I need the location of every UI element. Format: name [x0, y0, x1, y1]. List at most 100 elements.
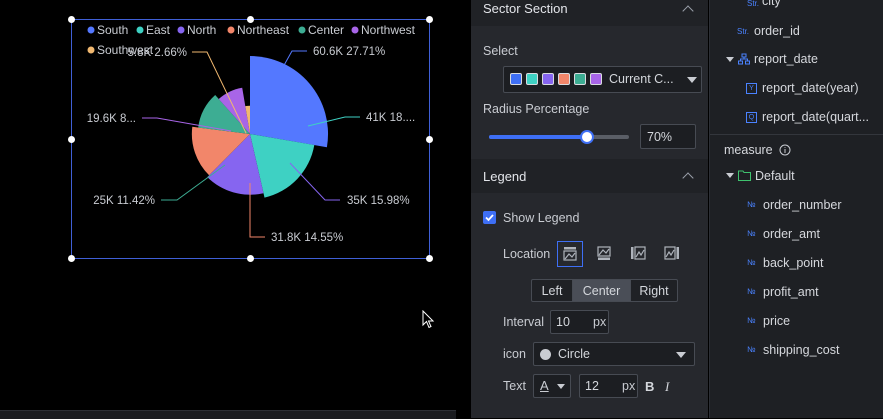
- field-label: report_date(year): [762, 81, 859, 95]
- legend-label-north: North: [187, 23, 216, 37]
- chevron-up-icon[interactable]: [682, 172, 694, 184]
- icon-label: icon: [503, 347, 526, 361]
- legend-left-icon: [631, 246, 646, 260]
- legend-section-title: Legend: [483, 169, 527, 184]
- select-label: Select: [483, 44, 518, 58]
- bold-button[interactable]: B: [645, 379, 654, 394]
- legend-item-northeast[interactable]: Northeast: [227, 23, 290, 37]
- text-color-icon: A: [540, 378, 549, 393]
- rose-chart: South East North Northeast Center Northw…: [87, 23, 416, 244]
- hierarchy-icon: [738, 53, 750, 65]
- data-label-east: 41K 18....: [366, 112, 415, 124]
- number-type-icon: №: [747, 200, 756, 209]
- number-type-icon: №: [747, 345, 756, 354]
- legend-item-east[interactable]: East: [136, 23, 171, 37]
- chevron-down-icon: [687, 77, 697, 83]
- icon-select[interactable]: Circle: [533, 342, 695, 366]
- text-label: Text: [503, 379, 526, 393]
- caret-down-icon: [726, 173, 734, 178]
- align-left-button[interactable]: Left: [531, 279, 573, 302]
- legend-bottom-icon: [597, 246, 611, 260]
- align-right-button[interactable]: Right: [630, 279, 678, 302]
- data-label-northwest: 19.6K 8...: [87, 113, 136, 125]
- data-label-south: 60.6K 27.71%: [313, 46, 385, 58]
- legend-dot-east: [136, 26, 144, 34]
- palette-swatch-3: [542, 73, 554, 85]
- legend-location-bottom[interactable]: [592, 241, 618, 267]
- year-icon: Y: [746, 83, 757, 94]
- palette-swatch-5: [574, 73, 586, 85]
- interval-input[interactable]: 10 px: [550, 310, 609, 334]
- data-label-north: 35K 15.98%: [347, 195, 410, 207]
- number-type-icon: №: [747, 287, 756, 296]
- number-type-icon: №: [747, 229, 756, 238]
- chevron-down-icon: [557, 384, 565, 389]
- legend-item-south[interactable]: South: [87, 23, 129, 37]
- palette-swatch-4: [558, 73, 570, 85]
- legend-dot-northeast: [227, 26, 235, 34]
- legend-location-left[interactable]: [626, 241, 652, 267]
- legend-label-east: East: [146, 23, 171, 37]
- field-label: city: [762, 0, 781, 8]
- checkmark-icon: [485, 214, 494, 222]
- field-label: order_number: [763, 198, 842, 212]
- field-label: shipping_cost: [763, 343, 840, 357]
- legend-location-top[interactable]: [557, 241, 583, 267]
- legend-label-center: Center: [308, 23, 344, 37]
- canvas[interactable]: South East North Northeast Center Northw…: [0, 0, 470, 419]
- separator: [710, 134, 883, 135]
- field-list-panel: Str. city Str. order_id report_date Y re…: [709, 0, 883, 418]
- palette-swatch-6: [590, 73, 602, 85]
- legend-dot-south: [87, 26, 95, 34]
- palette-swatch-1: [510, 73, 522, 85]
- mouse-cursor-icon: [422, 310, 435, 329]
- legend-section-header[interactable]: Legend: [471, 159, 708, 193]
- legend-item-northwest[interactable]: Northwest: [351, 23, 416, 37]
- field-label: order_amt: [763, 227, 820, 241]
- legend-item-north[interactable]: North: [177, 23, 217, 37]
- legend-dot-northwest: [351, 26, 359, 34]
- align-center-button[interactable]: Center: [572, 279, 631, 302]
- legend-label-south: South: [97, 23, 128, 37]
- show-legend-checkbox[interactable]: [483, 211, 496, 224]
- text-size-value: 12: [585, 379, 599, 393]
- measure-header: measure: [724, 143, 773, 157]
- icon-select-value: Circle: [558, 347, 590, 361]
- chevron-up-icon[interactable]: [682, 5, 694, 17]
- legend-label-northwest: Northwest: [361, 23, 416, 37]
- interval-input-value: 10: [556, 315, 570, 329]
- sector-south[interactable]: [250, 55, 329, 148]
- legend-label-northeast: Northeast: [237, 23, 290, 37]
- legend-dot-southwest: [87, 46, 95, 54]
- location-label: Location: [503, 247, 551, 261]
- folder-icon: [738, 170, 751, 181]
- sector-section-header[interactable]: Sector Section: [471, 0, 708, 26]
- field-label: report_date: [754, 52, 818, 66]
- field-label: report_date(quart...: [762, 110, 870, 124]
- caret-down-icon: [726, 57, 734, 62]
- palette-swatch-2: [526, 73, 538, 85]
- legend-right-icon: [664, 246, 679, 260]
- info-icon[interactable]: [779, 144, 791, 156]
- data-label-northeast: 31.8K 14.55%: [271, 232, 343, 244]
- radius-slider-track[interactable]: [489, 130, 629, 144]
- circle-icon: [540, 349, 551, 360]
- radius-input-value: 70%: [647, 130, 673, 144]
- legend-dot-north: [177, 26, 185, 34]
- text-size-input[interactable]: 12 px: [579, 374, 638, 398]
- legend-item-center[interactable]: Center: [298, 23, 345, 37]
- chevron-down-icon: [676, 352, 686, 358]
- radius-label: Radius Percentage: [483, 102, 590, 116]
- radius-slider-fill: [489, 135, 587, 139]
- italic-button[interactable]: I: [665, 379, 669, 395]
- radius-input[interactable]: 70%: [640, 124, 696, 149]
- legend-location-right[interactable]: [660, 241, 686, 267]
- palette-select-value: Current C...: [609, 72, 674, 86]
- text-size-unit: px: [622, 379, 636, 393]
- data-label-southwest: 5.8K 2.66%: [128, 47, 187, 59]
- radius-slider-handle[interactable]: [580, 130, 594, 144]
- string-type-icon: Str.: [737, 27, 750, 36]
- data-label-center: 25K 11.42%: [93, 195, 155, 207]
- text-color-picker[interactable]: A: [533, 374, 571, 398]
- string-type-icon: Str.: [747, 0, 760, 8]
